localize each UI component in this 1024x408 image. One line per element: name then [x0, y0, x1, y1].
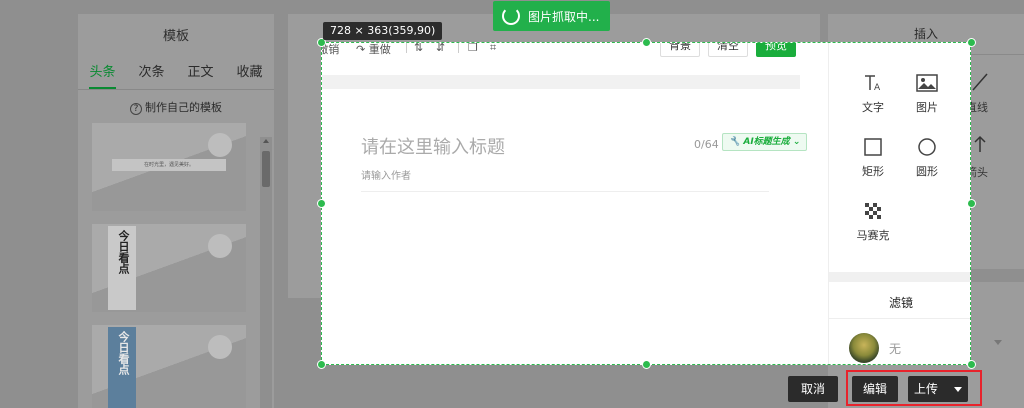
- resize-handle-top-right[interactable]: [967, 38, 976, 47]
- scrollbar-thumb[interactable]: [262, 151, 270, 187]
- filter-option-label: 无: [889, 341, 902, 356]
- background-button[interactable]: 背景: [660, 43, 700, 57]
- circle-icon: [907, 135, 947, 159]
- upload-button[interactable]: 上传: [908, 376, 968, 402]
- tab-headline[interactable]: 头条: [89, 58, 116, 89]
- image-icon: [907, 71, 947, 95]
- filter-dropdown-icon[interactable]: [994, 340, 1002, 345]
- ai-title-button[interactable]: 🔧 AI标题生成 ⌄: [722, 133, 808, 151]
- divider: [406, 43, 407, 53]
- clear-button[interactable]: 清空: [708, 43, 748, 57]
- resize-handle-bottom-left[interactable]: [317, 360, 326, 369]
- line-icon[interactable]: [970, 72, 990, 92]
- thumb-text: 今日看点: [108, 327, 136, 408]
- insert-rectangle[interactable]: 矩形: [853, 135, 893, 179]
- divider: [829, 318, 970, 319]
- title-input[interactable]: 请在这里输入标题: [361, 133, 505, 159]
- loading-spinner-icon: [502, 7, 520, 25]
- text-icon: A: [853, 71, 893, 95]
- help-icon: ?: [130, 103, 142, 115]
- template-scrollbar[interactable]: [260, 137, 272, 408]
- selection-size-badge: 728 × 363(359,90): [323, 22, 443, 40]
- resize-handle-top[interactable]: [642, 38, 651, 47]
- template-thumb-2[interactable]: 今日看点: [92, 224, 246, 312]
- resize-handle-right[interactable]: [967, 199, 976, 208]
- insert-panel: A 文字 图片 矩形 圆形 马赛克 滤镜 无: [828, 43, 970, 364]
- thumb-circle: [208, 335, 232, 359]
- crop-icon[interactable]: ⌗: [490, 43, 496, 55]
- upload-dropdown-icon[interactable]: [954, 376, 962, 402]
- template-tabs: 头条 次条 正文 收藏: [78, 58, 274, 90]
- rectangle-icon: [853, 135, 893, 159]
- tab-secondary[interactable]: 次条: [138, 58, 164, 89]
- insert-text[interactable]: A 文字: [853, 71, 893, 115]
- insert-mosaic-label: 马赛克: [856, 229, 890, 242]
- insert-image[interactable]: 图片: [907, 71, 947, 115]
- svg-text:A: A: [874, 83, 881, 93]
- tab-favorites[interactable]: 收藏: [236, 58, 262, 89]
- filter-option-none[interactable]: 无: [849, 333, 901, 363]
- sort-asc-icon[interactable]: ⇅: [414, 43, 423, 54]
- scroll-up-icon[interactable]: [263, 139, 269, 143]
- template-thumb-1[interactable]: 在时光里，遇见美好。: [92, 123, 246, 211]
- mosaic-icon: [853, 199, 893, 223]
- sort-desc-icon[interactable]: ⇵: [436, 43, 445, 54]
- capture-selection[interactable]: ↶撤销 ↷ 重做 ⇅ ⇵ ❐ ⌗ 背景 清空 预览 请在这里输入标题 0/64 …: [321, 42, 971, 365]
- insert-image-label: 图片: [916, 101, 938, 114]
- upload-label: 上传: [914, 382, 939, 396]
- divider: [458, 43, 459, 53]
- redo-button[interactable]: ↷ 重做: [356, 43, 391, 57]
- make-own-label: 制作自己的模板: [145, 101, 222, 114]
- cancel-button[interactable]: 取消: [788, 376, 838, 402]
- insert-rectangle-label: 矩形: [862, 165, 884, 178]
- toast-text: 图片抓取中...: [528, 9, 600, 24]
- template-panel-title: 模板: [162, 29, 189, 44]
- template-panel: 模板 头条 次条 正文 收藏 ? 制作自己的模板 在时光里，遇见美好。 今日看点 …: [78, 14, 274, 408]
- magic-wand-icon: 🔧: [729, 137, 741, 147]
- insert-circle-label: 圆形: [916, 165, 938, 178]
- copy-icon[interactable]: ❐: [468, 43, 478, 54]
- make-own-template-link[interactable]: ? 制作自己的模板: [78, 99, 274, 115]
- title-counter: 0/64: [694, 138, 719, 151]
- editor-divider-bar: [322, 75, 800, 89]
- thumb-text: 在时光里，遇见美好。: [112, 159, 226, 171]
- tab-body[interactable]: 正文: [187, 58, 213, 89]
- insert-mosaic[interactable]: 马赛克: [853, 199, 893, 243]
- filter-title: 滤镜: [888, 296, 913, 310]
- preview-button[interactable]: 预览: [756, 43, 796, 57]
- template-thumb-3[interactable]: 今日看点: [92, 325, 246, 408]
- author-underline: [361, 191, 769, 192]
- resize-handle-left[interactable]: [317, 199, 326, 208]
- edit-button[interactable]: 编辑: [852, 376, 898, 402]
- filter-preview-thumbnail: [849, 333, 879, 363]
- resize-handle-bottom[interactable]: [642, 360, 651, 369]
- thumb-circle: [208, 234, 232, 258]
- insert-panel-title: 插入: [913, 27, 938, 41]
- author-input[interactable]: 请输入作者: [361, 167, 411, 182]
- insert-text-label: 文字: [862, 101, 884, 114]
- capturing-toast: 图片抓取中...: [493, 1, 610, 31]
- insert-circle[interactable]: 圆形: [907, 135, 947, 179]
- arrow-icon[interactable]: [970, 134, 990, 154]
- thumb-circle: [208, 133, 232, 157]
- resize-handle-bottom-right[interactable]: [967, 360, 976, 369]
- thumb-text: 今日看点: [108, 226, 136, 310]
- panel-separator: [829, 272, 970, 282]
